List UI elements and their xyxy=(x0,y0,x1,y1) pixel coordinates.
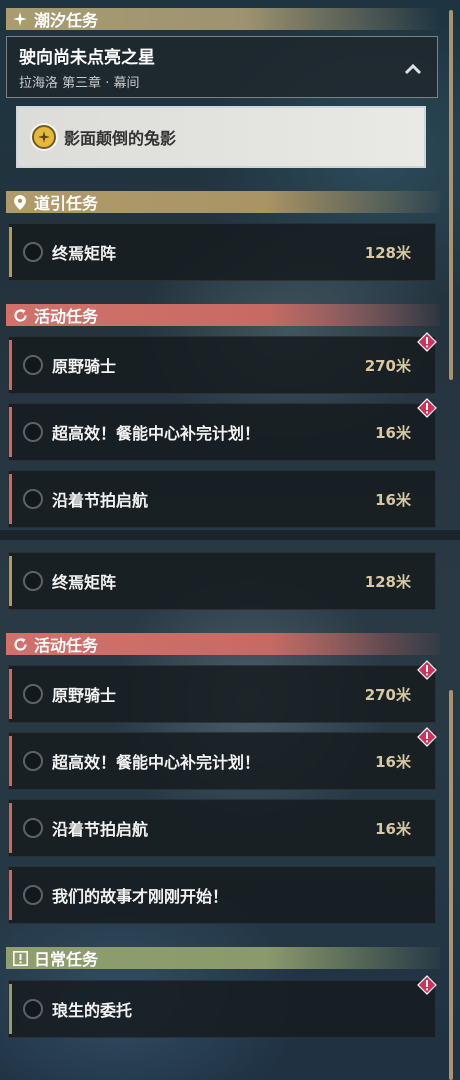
main-quest-title: 驶向尚未点亮之星 xyxy=(19,48,155,68)
row-accent xyxy=(9,736,12,786)
row-accent xyxy=(9,227,12,277)
quest-distance: 16米 xyxy=(375,819,411,838)
section-header-event[interactable]: 活动任务 xyxy=(6,304,440,326)
current-step-item[interactable]: 影面颠倒的兔影 xyxy=(16,106,426,168)
quest-panel-top: 潮汐任务 驶向尚未点亮之星 拉海洛 第三章 · 幕间 影面颠倒的兔影 道引任务 … xyxy=(0,0,460,530)
quest-title: 原野骑士 xyxy=(52,686,117,705)
main-quest-subtitle: 拉海洛 第三章 · 幕间 xyxy=(19,76,140,91)
compass-icon xyxy=(32,125,56,149)
quest-title: 终焉矩阵 xyxy=(52,244,117,263)
track-radio[interactable] xyxy=(23,818,43,838)
section-label: 道引任务 xyxy=(34,194,99,213)
row-accent xyxy=(9,984,12,1034)
quest-title: 我们的故事才刚刚开始！ xyxy=(52,887,229,906)
quest-title: 琅生的委托 xyxy=(52,1001,133,1020)
section-header-guide[interactable]: 道引任务 xyxy=(6,191,440,213)
row-accent xyxy=(9,669,12,719)
screenshot-divider xyxy=(0,530,460,540)
section-label: 日常任务 xyxy=(34,950,99,969)
track-radio[interactable] xyxy=(23,999,43,1019)
quest-row[interactable]: 超高效！餐能中心补完计划！ 16米 xyxy=(8,732,436,790)
exclamation-box-icon xyxy=(12,950,28,966)
row-accent xyxy=(9,803,12,853)
alert-diamond-icon xyxy=(417,975,437,995)
quest-row[interactable]: 琅生的委托 xyxy=(8,980,436,1038)
track-radio[interactable] xyxy=(23,885,43,905)
row-accent xyxy=(9,340,12,390)
row-accent xyxy=(9,870,12,920)
quest-row[interactable]: 沿着节拍启航 16米 xyxy=(8,470,436,528)
quest-row[interactable]: 终焉矩阵 128米 xyxy=(8,223,436,281)
section-header-event[interactable]: 活动任务 xyxy=(6,633,440,655)
quest-row[interactable]: 沿着节拍启航 16米 xyxy=(8,799,436,857)
scrollbar-thumb[interactable] xyxy=(449,690,453,1080)
quest-title: 超高效！餐能中心补完计划！ xyxy=(52,753,261,772)
alert-diamond-icon xyxy=(417,727,437,747)
section-header-daily[interactable]: 日常任务 xyxy=(6,947,440,969)
quest-title: 原野骑士 xyxy=(52,357,117,376)
quest-distance: 16米 xyxy=(375,752,411,771)
quest-title: 终焉矩阵 xyxy=(52,573,117,592)
quest-title: 沿着节拍启航 xyxy=(52,491,149,510)
quest-row[interactable]: 原野骑士 270米 xyxy=(8,336,436,394)
track-radio[interactable] xyxy=(23,571,43,591)
main-quest-card[interactable]: 驶向尚未点亮之星 拉海洛 第三章 · 幕间 xyxy=(6,36,438,98)
alert-diamond-icon xyxy=(417,332,437,352)
quest-distance: 128米 xyxy=(364,243,411,262)
alert-diamond-icon xyxy=(417,398,437,418)
track-radio[interactable] xyxy=(23,242,43,262)
section-label: 潮汐任务 xyxy=(34,11,99,30)
quest-row[interactable]: 原野骑士 270米 xyxy=(8,665,436,723)
row-accent xyxy=(9,556,12,606)
row-accent xyxy=(9,474,12,524)
alert-diamond-icon xyxy=(417,660,437,680)
refresh-icon xyxy=(12,636,28,652)
chevron-up-icon[interactable] xyxy=(403,59,423,79)
quest-distance: 128米 xyxy=(364,572,411,591)
quest-distance: 16米 xyxy=(375,423,411,442)
quest-row[interactable]: 终焉矩阵 128米 xyxy=(8,552,436,610)
section-label: 活动任务 xyxy=(34,636,99,655)
refresh-icon xyxy=(12,307,28,323)
track-radio[interactable] xyxy=(23,684,43,704)
track-radio[interactable] xyxy=(23,489,43,509)
section-header-tide[interactable]: 潮汐任务 xyxy=(6,8,440,30)
quest-row[interactable]: 超高效！餐能中心补完计划！ 16米 xyxy=(8,403,436,461)
scrollbar-thumb[interactable] xyxy=(449,10,453,380)
quest-panel-bottom: 终焉矩阵 128米 活动任务 原野骑士 270米 超高效！餐能中心补完计划！ 1… xyxy=(0,540,460,1080)
row-accent xyxy=(9,407,12,457)
location-pin-icon xyxy=(12,194,28,210)
track-radio[interactable] xyxy=(23,422,43,442)
quest-distance: 270米 xyxy=(364,356,411,375)
quest-title: 沿着节拍启航 xyxy=(52,820,149,839)
track-radio[interactable] xyxy=(23,355,43,375)
current-step-label: 影面颠倒的兔影 xyxy=(64,129,177,148)
track-radio[interactable] xyxy=(23,751,43,771)
quest-distance: 16米 xyxy=(375,490,411,509)
quest-row[interactable]: 我们的故事才刚刚开始！ xyxy=(8,866,436,924)
quest-distance: 270米 xyxy=(364,685,411,704)
section-label: 活动任务 xyxy=(34,307,99,326)
quest-title: 超高效！餐能中心补完计划！ xyxy=(52,424,261,443)
star-sparkle-icon xyxy=(12,11,28,27)
